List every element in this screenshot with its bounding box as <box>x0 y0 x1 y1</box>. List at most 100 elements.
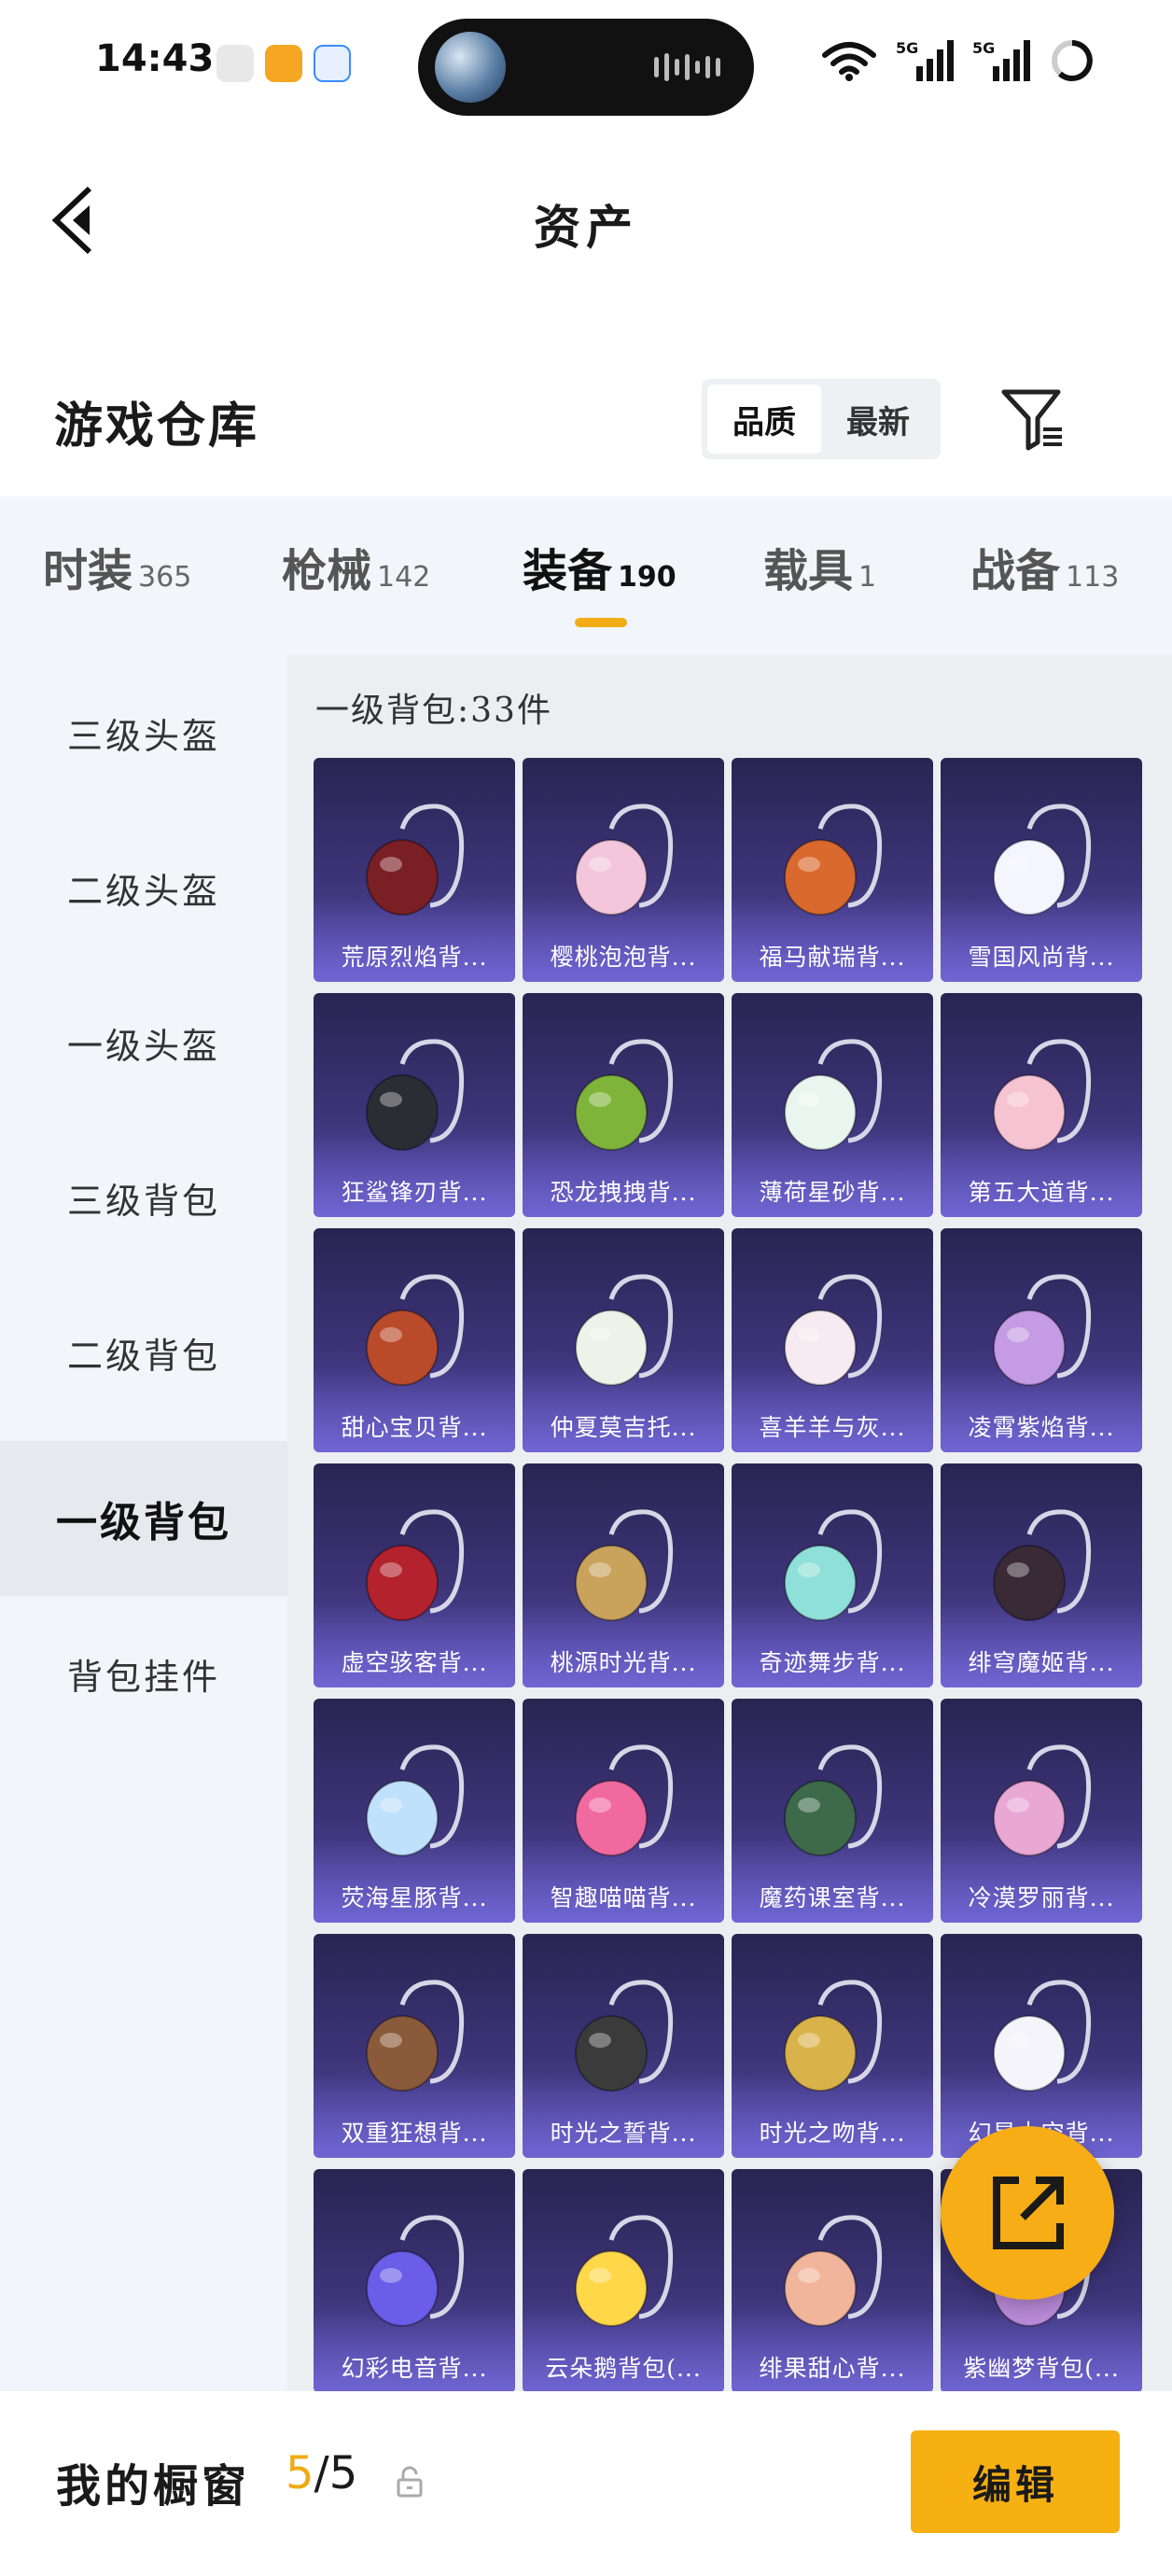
backpack-card[interactable]: 幻星太空背... <box>941 1934 1142 2158</box>
backpack-icon <box>575 1744 674 1856</box>
backpack-card[interactable]: 双重狂想背... <box>314 1934 515 2158</box>
audio-wave-icon <box>654 52 720 82</box>
sidebar-item-lvl1-helmet[interactable]: 一级头盔 <box>0 965 287 1120</box>
sidebar-item-backpack-charm[interactable]: 背包挂件 <box>0 1596 287 1751</box>
backpack-name: 魔药课室背... <box>759 1884 906 1911</box>
backpack-card[interactable]: 薄荷星砂背... <box>732 993 933 1217</box>
backpack-card[interactable]: 樱桃泡泡背... <box>523 758 724 982</box>
backpack-icon <box>784 2215 883 2327</box>
backpack-icon <box>575 2215 674 2327</box>
tab-count: 1 <box>858 561 877 594</box>
filter-icon[interactable] <box>1000 386 1066 452</box>
backpack-card[interactable]: 狂鲨锋刃背... <box>314 993 515 1217</box>
backpack-card[interactable]: 奇迹舞步背... <box>732 1463 933 1687</box>
tab-fashion[interactable]: 时装 365 <box>43 534 191 599</box>
sidebar-item-lvl2-backpack[interactable]: 二级背包 <box>0 1275 287 1430</box>
backpack-card[interactable]: 虚空骇客背... <box>314 1463 515 1687</box>
backpack-name: 绯果甜心背... <box>759 2355 906 2382</box>
backpack-card[interactable]: 雪国风尚背... <box>941 758 1142 982</box>
tab-equipment[interactable]: 装备 190 <box>523 534 677 599</box>
backpack-card[interactable]: 智趣喵喵背... <box>523 1699 724 1923</box>
backpack-card[interactable]: 绯穹魔姬背... <box>941 1463 1142 1687</box>
backpack-icon <box>366 1980 465 2092</box>
tab-supplies[interactable]: 战备 113 <box>970 534 1119 599</box>
active-tab-indicator <box>575 618 627 627</box>
backpack-card[interactable]: 第五大道背... <box>941 993 1142 1217</box>
backpack-name: 恐龙拽拽背... <box>550 1179 697 1206</box>
backpack-name: 喜羊羊与灰... <box>759 1414 906 1441</box>
backpack-icon <box>575 1274 674 1386</box>
backpack-icon <box>784 804 883 916</box>
backpack-icon <box>366 1039 465 1151</box>
backpack-card[interactable]: 恐龙拽拽背... <box>523 993 724 1217</box>
lock-icon <box>397 2466 423 2498</box>
backpack-icon <box>784 1744 883 1856</box>
backpack-card[interactable]: 魔药课室背... <box>732 1699 933 1923</box>
tab-count: 113 <box>1066 561 1120 594</box>
wifi-icon <box>822 42 876 81</box>
showcase-total: 5 <box>328 2447 358 2499</box>
backpack-icon <box>575 1509 674 1621</box>
backpack-icon <box>993 1980 1092 2092</box>
showcase-count: 5/5 <box>286 2447 357 2499</box>
backpack-card[interactable]: 绯果甜心背... <box>732 2169 933 2391</box>
sidebar-item-lvl1-backpack[interactable]: 一级背包 <box>0 1441 287 1596</box>
backpack-icon <box>784 1274 883 1386</box>
backpack-card[interactable]: 荧海星豚背... <box>314 1699 515 1923</box>
backpack-card[interactable]: 时光之誓背... <box>523 1934 724 2158</box>
sort-toggle: 品质 最新 <box>702 379 941 459</box>
backpack-name: 雪国风尚背... <box>968 944 1115 971</box>
backpack-card[interactable]: 仲夏莫吉托... <box>523 1228 724 1452</box>
backpack-card[interactable]: 云朵鹅背包(... <box>523 2169 724 2391</box>
tab-label: 枪械 <box>282 545 372 597</box>
tab-count: 365 <box>138 561 192 594</box>
backpack-name: 凌霄紫焰背... <box>968 1414 1115 1441</box>
backpack-card[interactable]: 荒原烈焰背... <box>314 758 515 982</box>
backpack-icon <box>993 1274 1092 1386</box>
sidebar-item-lvl3-helmet[interactable]: 三级头盔 <box>0 655 287 810</box>
backpack-name: 双重狂想背... <box>341 2120 488 2147</box>
sidebar-item-lvl2-helmet[interactable]: 二级头盔 <box>0 810 287 965</box>
tab-vehicles[interactable]: 载具 1 <box>763 534 876 599</box>
backpack-name: 荧海星豚背... <box>341 1884 488 1911</box>
backpack-card[interactable]: 时光之吻背... <box>732 1934 933 2158</box>
tab-firearms[interactable]: 枪械 142 <box>282 534 430 599</box>
backpack-name: 第五大道背... <box>968 1179 1115 1206</box>
backpack-icon <box>366 1274 465 1386</box>
backpack-name: 仲夏莫吉托... <box>550 1414 697 1441</box>
backpack-card[interactable]: 福马献瑞背... <box>732 758 933 982</box>
edit-button[interactable]: 编辑 <box>911 2430 1120 2533</box>
showcase-separator: / <box>314 2447 329 2499</box>
backpack-icon <box>575 804 674 916</box>
backpack-name: 薄荷星砂背... <box>759 1179 906 1206</box>
tab-label: 装备 <box>523 545 613 597</box>
backpack-icon <box>366 1744 465 1856</box>
backpack-name: 紫幽梦背包(... <box>963 2355 1120 2382</box>
clock: 14:43 <box>95 37 215 80</box>
backpack-card[interactable]: 甜心宝贝背... <box>314 1228 515 1452</box>
sort-option-quality[interactable]: 品质 <box>707 385 821 454</box>
backpack-card[interactable]: 喜羊羊与灰... <box>732 1228 933 1452</box>
earth-icon <box>435 32 506 103</box>
app-icon-b <box>265 45 302 82</box>
sort-option-newest[interactable]: 最新 <box>821 385 935 454</box>
signal-icon-2: 5G <box>972 39 1030 81</box>
tab-count: 190 <box>618 561 677 594</box>
backpack-name: 时光之誓背... <box>550 2120 697 2147</box>
backpack-icon <box>784 1509 883 1621</box>
sidebar-item-lvl3-backpack[interactable]: 三级背包 <box>0 1120 287 1275</box>
backpack-card[interactable]: 凌霄紫焰背... <box>941 1228 1142 1452</box>
share-button[interactable] <box>941 2126 1114 2300</box>
backpack-icon <box>993 1744 1092 1856</box>
backpack-card[interactable]: 冷漠罗丽背... <box>941 1699 1142 1923</box>
network-label-2: 5G <box>972 39 995 57</box>
network-label-1: 5G <box>896 39 918 57</box>
share-external-icon <box>993 2177 1064 2249</box>
backpack-card[interactable]: 桃源时光背... <box>523 1463 724 1687</box>
section-title: 游戏仓库 <box>54 398 260 455</box>
dynamic-island[interactable] <box>418 19 754 116</box>
backpack-name: 狂鲨锋刃背... <box>341 1179 488 1206</box>
backpack-name: 时光之吻背... <box>759 2120 906 2147</box>
backpack-card[interactable]: 幻彩电音背... <box>314 2169 515 2391</box>
backpack-icon <box>366 1509 465 1621</box>
